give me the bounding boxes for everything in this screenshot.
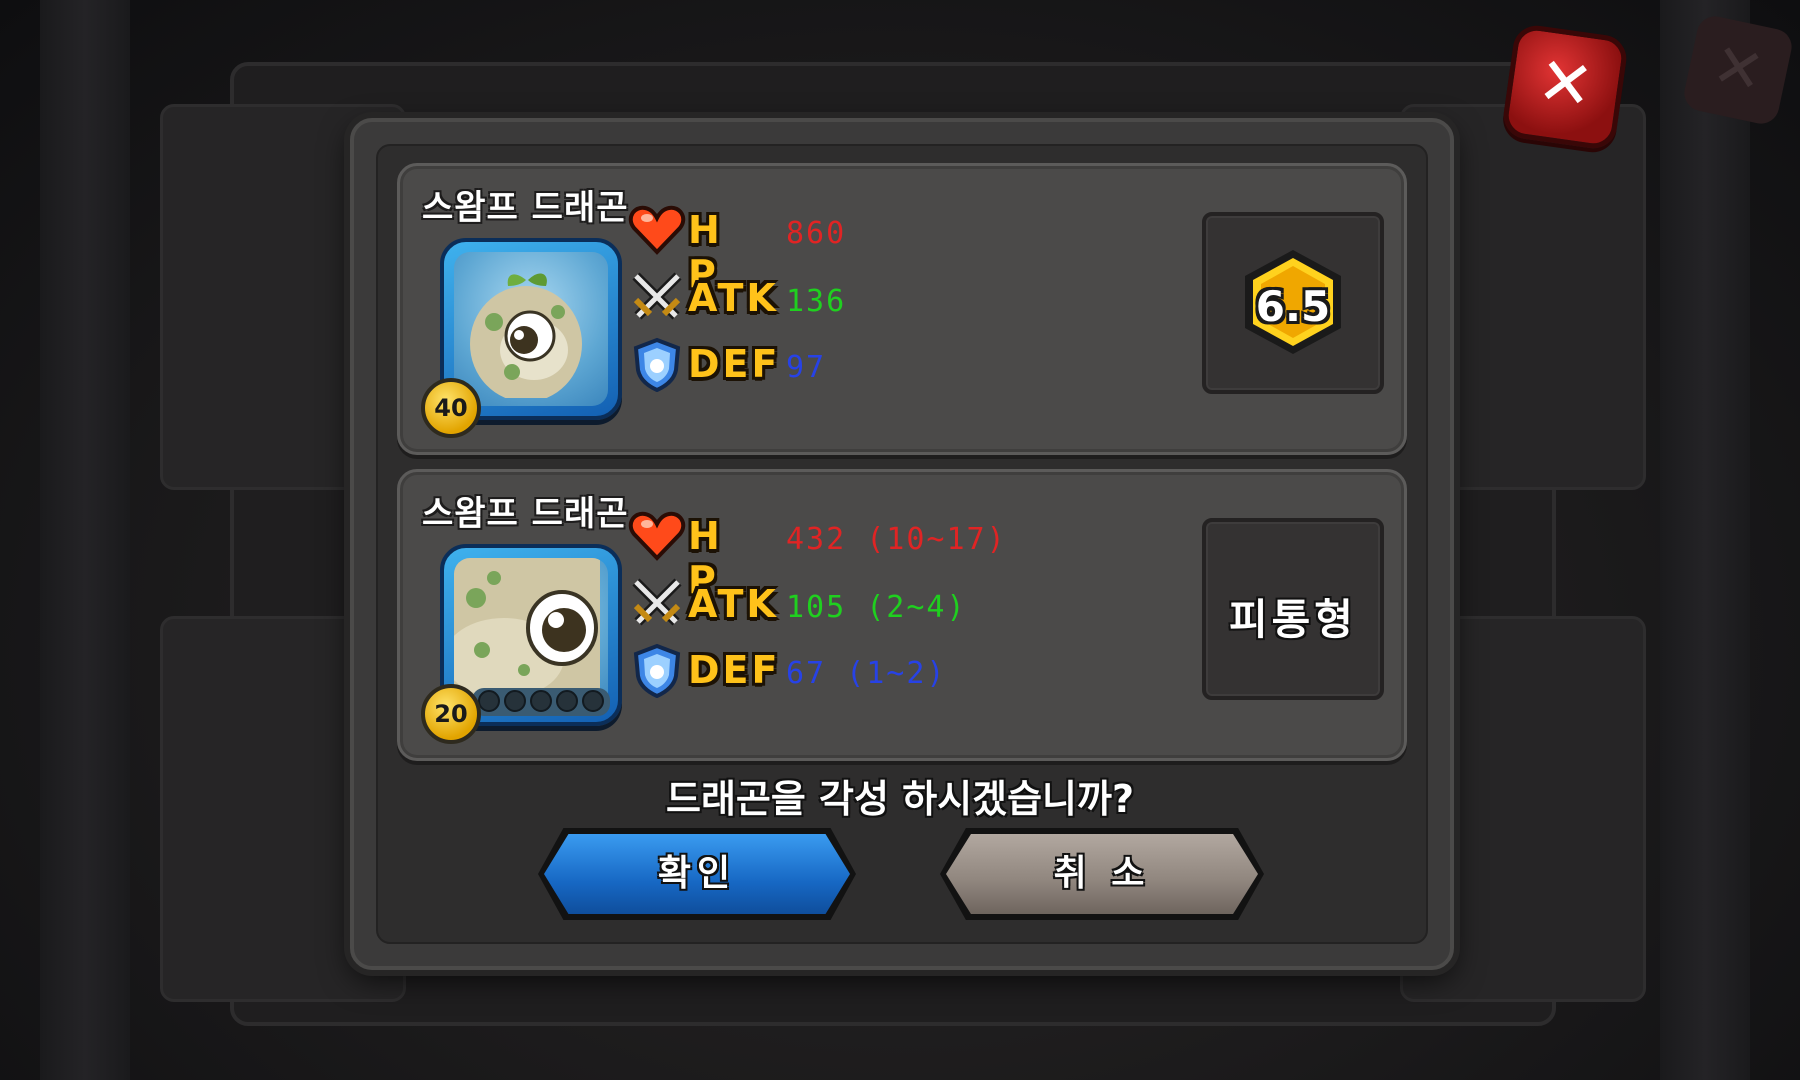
swamp-dragon-image [470,273,582,398]
confirm-button[interactable]: 확인 [544,834,850,914]
background-close-icon: ✕ [1681,13,1795,127]
rank-value: 6.5 [1255,282,1331,331]
awaken-slot [504,690,526,712]
shield-icon [633,643,681,698]
awaken-slot [582,690,604,712]
cancel-button[interactable]: 취 소 [946,834,1258,914]
stat-label-def: DEF [688,342,781,386]
awaken-slot [556,690,578,712]
rank-box: 6.5 [1202,212,1384,394]
heart-icon [628,511,686,561]
crossed-swords-icon [632,578,682,626]
awaken-slots [472,688,610,716]
type-box: 피통형 [1202,518,1384,700]
stat-value-def: 97 [786,350,827,385]
crossed-swords-icon [632,272,682,320]
stat-label-def: DEF [688,648,781,692]
close-button[interactable]: ✕ [1500,22,1630,152]
close-x-icon: ✕ [1532,41,1599,126]
awaken-slot [530,690,552,712]
dragon-name: 스왐프 드래곤 [422,188,629,228]
dragon-portrait-image [454,252,608,406]
dragon-type: 피통형 [1229,595,1357,644]
shield-icon [633,337,681,392]
background-pillar [40,0,130,1080]
awaken-question: 드래곤을 각성 하시겠습니까? [665,777,1135,821]
current-dragon-card: 스왐프 드래곤 40 H P 860 ATK 136 DEF 97 6.5 [397,163,1407,455]
stat-value-def: 67 (1~2) [786,656,947,691]
stat-value-atk: 105 (2~4) [786,590,967,625]
stat-value-hp: 860 [786,216,847,251]
dragon-name: 스왐프 드래곤 [422,494,629,534]
stat-value-atk: 136 [786,284,847,319]
level-badge: 20 [421,684,481,744]
stat-label-atk: ATK [688,276,779,320]
level-badge: 40 [421,378,481,438]
background-pillar [1660,0,1750,1080]
awaken-slot [478,690,500,712]
stat-label-atk: ATK [688,582,779,626]
heart-icon [628,205,686,255]
awakened-dragon-card: 스왐프 드래곤 20 H P 432 (10~17) ATK 105 (2~4)… [397,469,1407,761]
awakened-swamp-dragon-image [454,558,600,704]
stat-value-hp: 432 (10~17) [786,522,1007,557]
